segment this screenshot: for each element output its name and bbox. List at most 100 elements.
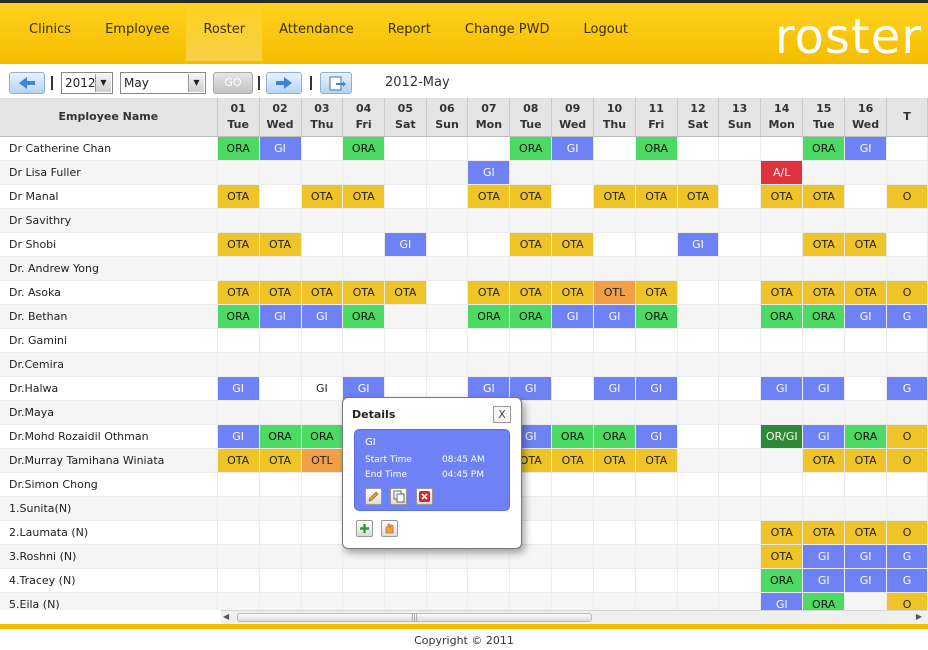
empty-cell[interactable] xyxy=(217,568,260,593)
scrollbar-thumb[interactable]: ||| xyxy=(237,613,592,622)
empty-cell[interactable] xyxy=(467,136,511,161)
shift-cell[interactable]: OTA xyxy=(259,280,302,305)
shift-cell[interactable]: GI xyxy=(384,232,427,257)
empty-cell[interactable] xyxy=(844,376,888,401)
empty-cell[interactable] xyxy=(342,256,385,281)
empty-cell[interactable] xyxy=(886,208,928,233)
go-button[interactable]: GO xyxy=(213,72,253,94)
empty-cell[interactable] xyxy=(718,208,762,233)
shift-cell[interactable]: OTA xyxy=(551,232,595,257)
prev-month-button[interactable] xyxy=(9,72,45,94)
empty-cell[interactable] xyxy=(844,184,888,209)
empty-cell[interactable] xyxy=(760,472,804,497)
shift-cell[interactable]: OTA xyxy=(342,280,385,305)
empty-cell[interactable] xyxy=(886,136,928,161)
empty-cell[interactable] xyxy=(886,328,928,353)
empty-cell[interactable] xyxy=(677,328,720,353)
shift-cell[interactable]: GI xyxy=(301,304,344,329)
empty-cell[interactable] xyxy=(635,352,678,377)
nav-item-attendance[interactable]: Attendance xyxy=(262,3,371,61)
shift-cell[interactable]: OTA xyxy=(509,280,553,305)
empty-cell[interactable] xyxy=(718,160,762,185)
empty-cell[interactable] xyxy=(635,400,678,425)
empty-cell[interactable] xyxy=(677,280,720,305)
shift-cell[interactable]: OTA xyxy=(760,280,804,305)
empty-cell[interactable] xyxy=(551,568,595,593)
empty-cell[interactable] xyxy=(593,208,636,233)
shift-cell[interactable]: GI xyxy=(551,136,595,161)
shift-cell[interactable]: G xyxy=(886,568,928,593)
shift-cell[interactable]: OR/GI xyxy=(760,424,804,449)
empty-cell[interactable] xyxy=(760,328,804,353)
empty-cell[interactable] xyxy=(426,352,469,377)
shift-cell[interactable]: OTA xyxy=(593,184,636,209)
empty-cell[interactable] xyxy=(342,232,385,257)
empty-cell[interactable] xyxy=(259,160,302,185)
empty-cell[interactable] xyxy=(467,208,511,233)
shift-cell[interactable]: OTA xyxy=(259,232,302,257)
empty-cell[interactable] xyxy=(551,472,595,497)
empty-cell[interactable] xyxy=(217,352,260,377)
empty-cell[interactable] xyxy=(509,592,553,610)
shift-cell[interactable]: GI xyxy=(802,568,846,593)
shift-cell[interactable]: OTA xyxy=(217,280,260,305)
empty-cell[interactable] xyxy=(677,448,720,473)
shift-cell[interactable]: ORA xyxy=(802,136,846,161)
empty-cell[interactable] xyxy=(259,184,302,209)
empty-cell[interactable] xyxy=(677,544,720,569)
shift-cell[interactable]: O xyxy=(886,424,928,449)
shift-cell[interactable]: ORA xyxy=(802,304,846,329)
empty-cell[interactable] xyxy=(301,136,344,161)
empty-cell[interactable] xyxy=(844,160,888,185)
empty-cell[interactable] xyxy=(844,328,888,353)
copy-button[interactable] xyxy=(390,488,407,505)
shift-cell[interactable]: OTA xyxy=(802,184,846,209)
shift-cell[interactable]: GI xyxy=(802,376,846,401)
empty-cell[interactable] xyxy=(342,568,385,593)
empty-cell[interactable] xyxy=(217,592,260,610)
shift-cell[interactable]: ORA xyxy=(844,424,888,449)
leave-button[interactable] xyxy=(381,520,398,537)
empty-cell[interactable] xyxy=(844,496,888,521)
shift-cell[interactable]: OTA xyxy=(802,232,846,257)
empty-cell[interactable] xyxy=(301,232,344,257)
empty-cell[interactable] xyxy=(593,352,636,377)
empty-cell[interactable] xyxy=(635,472,678,497)
empty-cell[interactable] xyxy=(886,232,928,257)
empty-cell[interactable] xyxy=(259,256,302,281)
shift-cell[interactable]: A/L xyxy=(760,160,804,185)
empty-cell[interactable] xyxy=(259,496,302,521)
empty-cell[interactable] xyxy=(301,472,344,497)
nav-item-employee[interactable]: Employee xyxy=(88,3,186,61)
empty-cell[interactable] xyxy=(551,208,595,233)
empty-cell[interactable] xyxy=(593,232,636,257)
empty-cell[interactable] xyxy=(635,520,678,545)
empty-cell[interactable] xyxy=(551,376,595,401)
empty-cell[interactable] xyxy=(718,184,762,209)
empty-cell[interactable] xyxy=(718,520,762,545)
shift-cell[interactable]: OTA xyxy=(593,448,636,473)
empty-cell[interactable] xyxy=(677,136,720,161)
nav-item-clinics[interactable]: Clinics xyxy=(12,3,88,61)
empty-cell[interactable] xyxy=(259,592,302,610)
empty-cell[interactable] xyxy=(217,472,260,497)
empty-cell[interactable] xyxy=(718,280,762,305)
empty-cell[interactable] xyxy=(301,400,344,425)
shift-cell[interactable]: GI xyxy=(802,544,846,569)
empty-cell[interactable] xyxy=(259,208,302,233)
empty-cell[interactable] xyxy=(718,592,762,610)
empty-cell[interactable] xyxy=(301,568,344,593)
empty-cell[interactable] xyxy=(217,160,260,185)
empty-cell[interactable] xyxy=(802,256,846,281)
shift-cell[interactable]: G xyxy=(886,376,928,401)
empty-cell[interactable] xyxy=(217,208,260,233)
shift-cell[interactable]: O xyxy=(886,184,928,209)
empty-cell[interactable] xyxy=(426,160,469,185)
empty-cell[interactable] xyxy=(342,352,385,377)
empty-cell[interactable] xyxy=(593,328,636,353)
empty-cell[interactable] xyxy=(217,496,260,521)
shift-cell[interactable]: OTA xyxy=(844,448,888,473)
empty-cell[interactable] xyxy=(301,544,344,569)
empty-cell[interactable] xyxy=(259,568,302,593)
shift-cell[interactable]: OTA xyxy=(467,184,511,209)
